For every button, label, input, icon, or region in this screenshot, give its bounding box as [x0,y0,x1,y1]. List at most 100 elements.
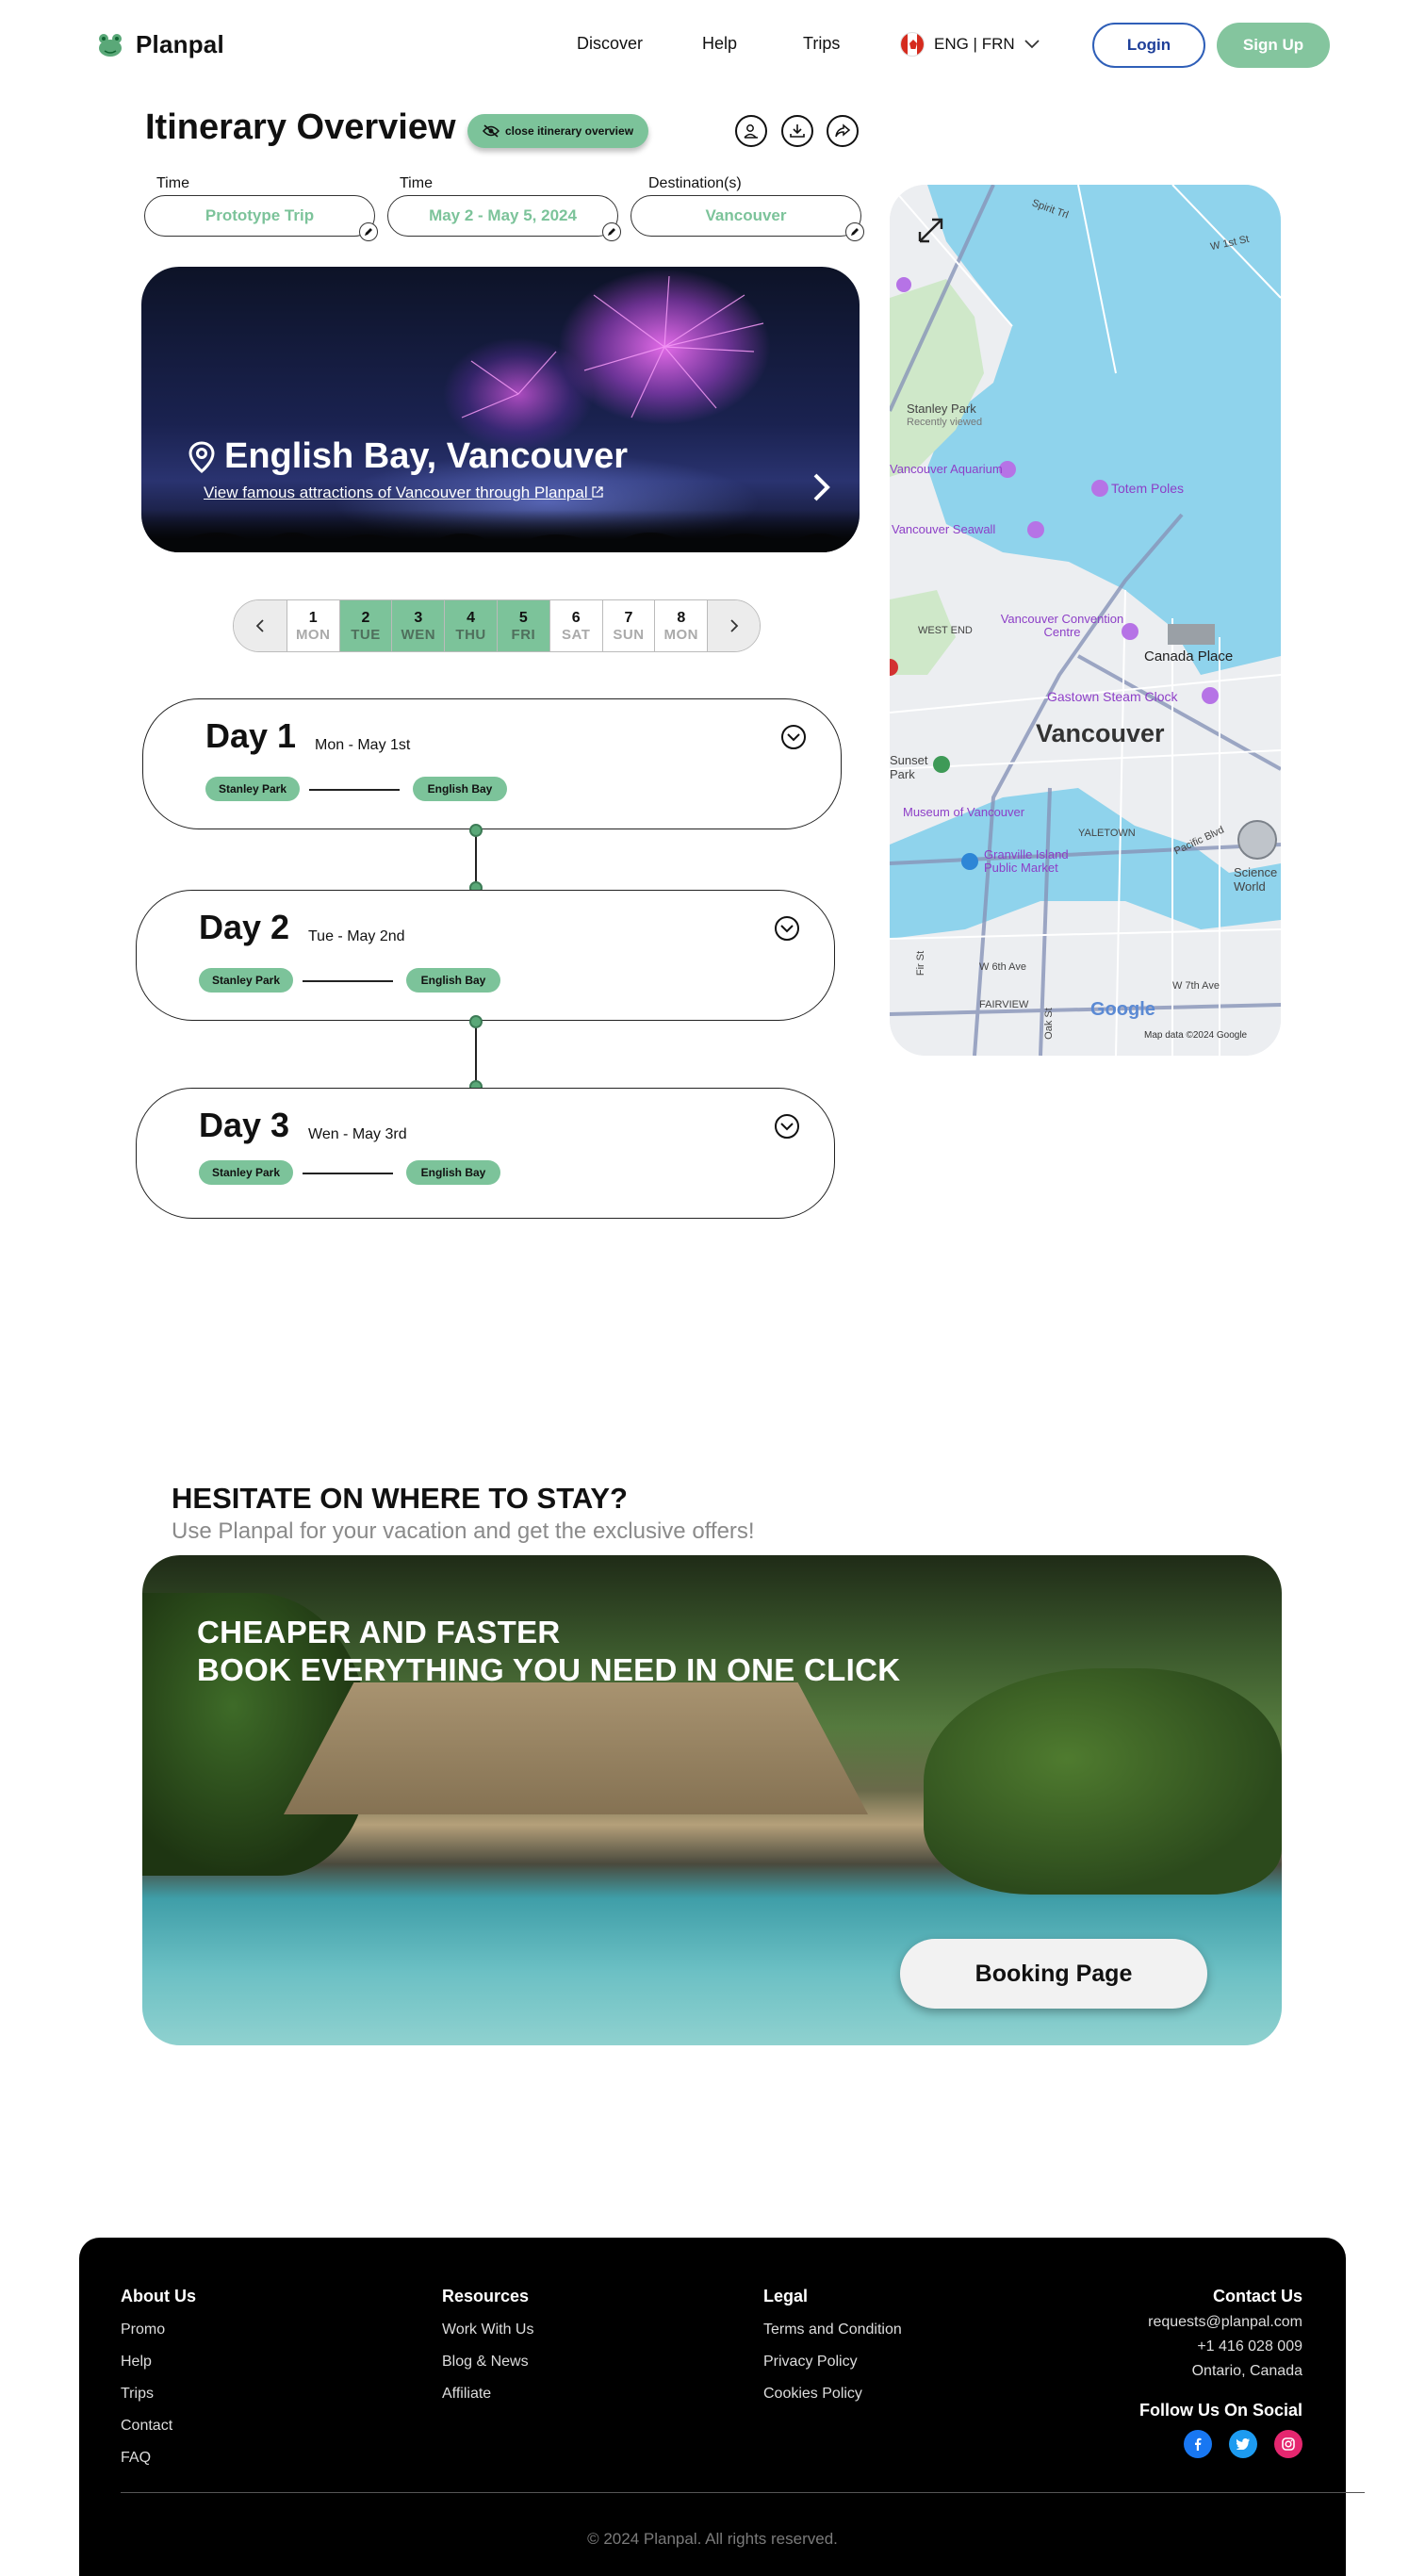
trip-name-field[interactable]: Prototype Trip [144,195,378,241]
map-label: YALETOWN [1078,828,1136,839]
day-card-2[interactable]: Day 2 Tue - May 2nd Stanley Park English… [136,890,835,1021]
footer-link-affiliate[interactable]: Affiliate [442,2386,533,2403]
facebook-icon[interactable] [1184,2430,1212,2458]
footer-link-faq[interactable]: FAQ [121,2450,196,2467]
stop-chip-start[interactable]: Stanley Park [199,1160,293,1185]
field-label-destination: Destination(s) [648,175,742,191]
footer-link-cookies[interactable]: Cookies Policy [763,2386,902,2403]
map-label: W 6th Ave [979,961,1026,973]
pencil-icon[interactable] [602,222,621,241]
day-next-button[interactable] [707,600,760,651]
pencil-icon[interactable] [845,222,864,241]
trip-name-value: Prototype Trip [205,206,315,224]
day-selector: 1 MON 2 TUE 3 WEN 4 THU 5 FRI 6 SAT 7 SUN 8 MON [233,599,761,652]
day-chip-1[interactable]: 1 MON [286,600,339,651]
promo-line-2: BOOK EVERYTHING YOU NEED IN ONE CLICK [197,1652,901,1687]
day-chip-6[interactable]: 6 SAT [549,600,602,651]
map-label[interactable]: Science World [1234,865,1281,894]
day-chip-4[interactable]: 4 THU [444,600,497,651]
stop-chip-end[interactable]: English Bay [406,1160,500,1185]
day-chip-2[interactable]: 2 TUE [338,600,392,651]
day-chip-8[interactable]: 8 MON [654,600,707,651]
contact-email[interactable]: requests@planpal.com [1139,2314,1302,2331]
instagram-icon[interactable] [1274,2430,1302,2458]
tropical-trees [924,1668,1282,1895]
stay-section-title: HESITATE ON WHERE TO STAY? [172,1482,628,1515]
footer-heading: Resources [442,2287,530,2305]
destination-value: Vancouver [705,206,787,224]
footer-link-trips[interactable]: Trips [121,2386,196,2403]
footer-legal: Legal Terms and Condition Privacy Policy… [763,2287,902,2418]
map-label[interactable]: Vancouver Seawall [892,522,995,536]
stop-chip-end[interactable]: English Bay [413,777,507,801]
login-button[interactable]: Login [1092,23,1205,68]
field-label-trip: Time [156,175,189,191]
day-chip-3[interactable]: 3 WEN [391,600,445,651]
footer-link-work[interactable]: Work With Us [442,2322,533,2338]
footer-link-privacy[interactable]: Privacy Policy [763,2354,902,2371]
close-itinerary-button[interactable]: close itinerary overview [467,114,648,148]
date-range-field[interactable]: May 2 - May 5, 2024 [387,195,621,241]
resort-roof [284,1682,868,1814]
map-label[interactable]: Museum of Vancouver [903,805,1024,819]
chevron-down-circle-icon[interactable] [774,1113,800,1140]
day-num: 8 [677,609,686,626]
chevron-right-icon[interactable] [812,472,831,502]
day-dow: MON [663,626,699,643]
twitter-icon[interactable] [1229,2430,1257,2458]
day-prev-button[interactable] [234,600,287,651]
footer-heading: Legal [763,2287,809,2305]
footer-heading: Contact Us [1212,2287,1302,2305]
pencil-icon[interactable] [359,222,378,241]
download-icon [790,124,805,138]
footer-link-contact[interactable]: Contact [121,2418,196,2435]
footer-contact: Contact Us requests@planpal.com +1 416 0… [1139,2287,1302,2458]
external-link-icon [592,486,604,498]
footer-heading: About Us [121,2287,196,2305]
hero-title: English Bay, Vancouver [188,436,628,477]
day-dow: WEN [401,626,436,643]
footer-link-terms[interactable]: Terms and Condition [763,2322,902,2338]
share-button[interactable] [827,115,859,147]
nav-trips[interactable]: Trips [803,34,840,54]
language-selector[interactable]: ENG | FRN [900,32,1040,57]
day-card-3[interactable]: Day 3 Wen - May 3rd Stanley Park English… [136,1088,835,1219]
day-chip-5[interactable]: 5 FRI [496,600,549,651]
hero-subtitle-link[interactable]: View famous attractions of Vancouver thr… [204,484,604,502]
destination-hero-card[interactable]: English Bay, Vancouver View famous attra… [141,267,860,552]
logo[interactable]: Planpal [94,28,224,60]
stop-chip-start[interactable]: Stanley Park [205,777,300,801]
map-label[interactable]: Granville Island Public Market [984,848,1097,875]
map-label[interactable]: Gastown Steam Clock [1047,689,1178,704]
booking-page-button[interactable]: Booking Page [900,1939,1207,2009]
nav-help[interactable]: Help [702,34,737,54]
map-label[interactable]: Vancouver Convention Centre [996,613,1128,639]
chevron-down-icon [1024,40,1040,49]
route-line [303,1173,393,1174]
stop-chip-start[interactable]: Stanley Park [199,968,293,993]
map-view[interactable]: Stanley Park Recently viewed Vancouver A… [890,185,1281,1056]
footer-link-help[interactable]: Help [121,2354,196,2371]
google-logo: Google [1090,999,1155,1020]
day-title: Day 3 [199,1106,290,1144]
logo-text: Planpal [136,29,224,58]
footer-link-blog[interactable]: Blog & News [442,2354,533,2371]
download-button[interactable] [781,115,813,147]
map-label[interactable]: Vancouver Aquarium [890,462,1003,476]
chevron-down-circle-icon[interactable] [774,915,800,942]
map-label: Sunset Park [890,753,928,781]
destination-field[interactable]: Vancouver [631,195,864,241]
stop-chip-end[interactable]: English Bay [406,968,500,993]
map-label[interactable]: Totem Poles [1111,481,1184,496]
day-card-1[interactable]: Day 1 Mon - May 1st Stanley Park English… [142,698,842,829]
contact-phone[interactable]: +1 416 028 009 [1139,2338,1302,2355]
map-label[interactable]: Canada Place [1144,648,1233,665]
nav-discover[interactable]: Discover [577,34,643,54]
footer-link-promo[interactable]: Promo [121,2322,196,2338]
day-chip-7[interactable]: 7 SUN [601,600,655,651]
contact-location: Ontario, Canada [1191,2363,1302,2379]
chevron-down-circle-icon[interactable] [780,724,807,750]
signup-button[interactable]: Sign Up [1217,23,1330,68]
map-label[interactable]: Stanley Park [907,402,976,416]
share-user-button[interactable] [735,115,767,147]
